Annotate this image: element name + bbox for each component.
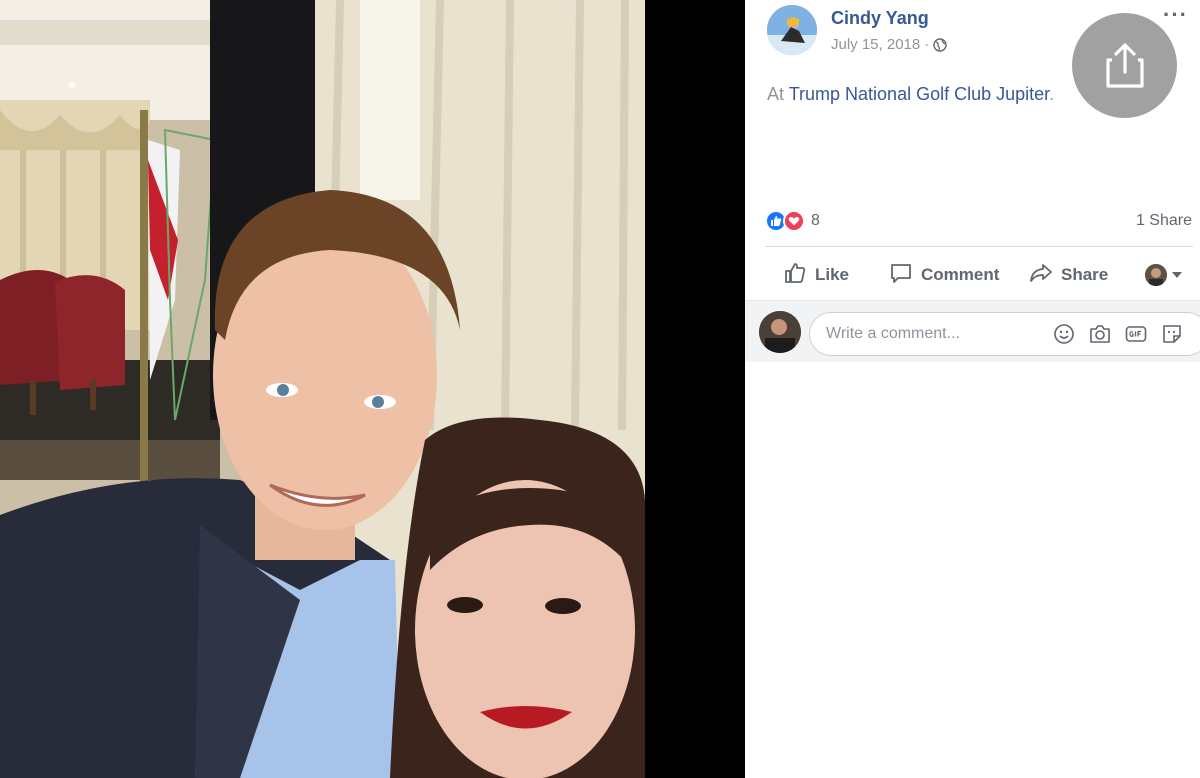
reaction-count: 8	[811, 212, 820, 229]
commenter-avatar[interactable]	[759, 311, 801, 353]
meta-separator: ·	[924, 36, 930, 53]
divider	[765, 246, 1193, 247]
post-date[interactable]: July 15, 2018	[831, 36, 920, 53]
selfie-photo	[0, 0, 645, 778]
share-arrow-icon	[1029, 261, 1053, 290]
sticker-icon[interactable]	[1161, 323, 1183, 345]
checkin-suffix: .	[1049, 84, 1055, 104]
chevron-down-icon	[1171, 266, 1183, 284]
reactions-summary[interactable]: 8	[765, 210, 820, 232]
post-as-selector[interactable]	[1145, 264, 1183, 286]
like-button[interactable]: Like	[783, 256, 849, 294]
post-meta: July 15, 2018 ·	[831, 36, 947, 53]
thumbs-up-icon	[783, 261, 807, 290]
comment-bubble-icon	[889, 261, 913, 290]
gif-icon[interactable]	[1125, 323, 1147, 345]
mini-avatar	[1145, 264, 1167, 286]
share-count-link[interactable]: 1 Share	[1136, 212, 1192, 230]
share-label: Share	[1061, 265, 1109, 284]
author-avatar[interactable]	[767, 5, 817, 55]
emoji-icon[interactable]	[1053, 323, 1075, 345]
comment-button[interactable]: Comment	[889, 256, 999, 294]
camera-icon[interactable]	[1089, 323, 1111, 345]
comment-tools	[1053, 323, 1183, 345]
checkin-prefix: At	[767, 84, 785, 104]
checkin-text: At Trump National Golf Club Jupiter.	[767, 84, 1054, 105]
more-options-icon[interactable]: ···	[1163, 2, 1188, 28]
share-button[interactable]: Share	[1029, 256, 1108, 294]
post-action-bar: Like Comment Share	[765, 256, 1197, 294]
post-photo[interactable]	[0, 0, 645, 778]
place-link[interactable]: Trump National Golf Club Jupiter	[789, 84, 1049, 104]
share-upload-icon[interactable]	[1072, 13, 1177, 118]
comment-label: Comment	[921, 265, 1000, 284]
post-sidebar: Cindy Yang July 15, 2018 · ··· At Trump …	[745, 0, 1200, 778]
like-label: Like	[815, 265, 850, 284]
comment-composer	[745, 300, 1200, 362]
love-reaction-icon	[783, 210, 805, 232]
globe-icon[interactable]	[933, 37, 947, 52]
author-name-link[interactable]: Cindy Yang	[831, 8, 929, 29]
photo-letterbox	[645, 0, 745, 778]
